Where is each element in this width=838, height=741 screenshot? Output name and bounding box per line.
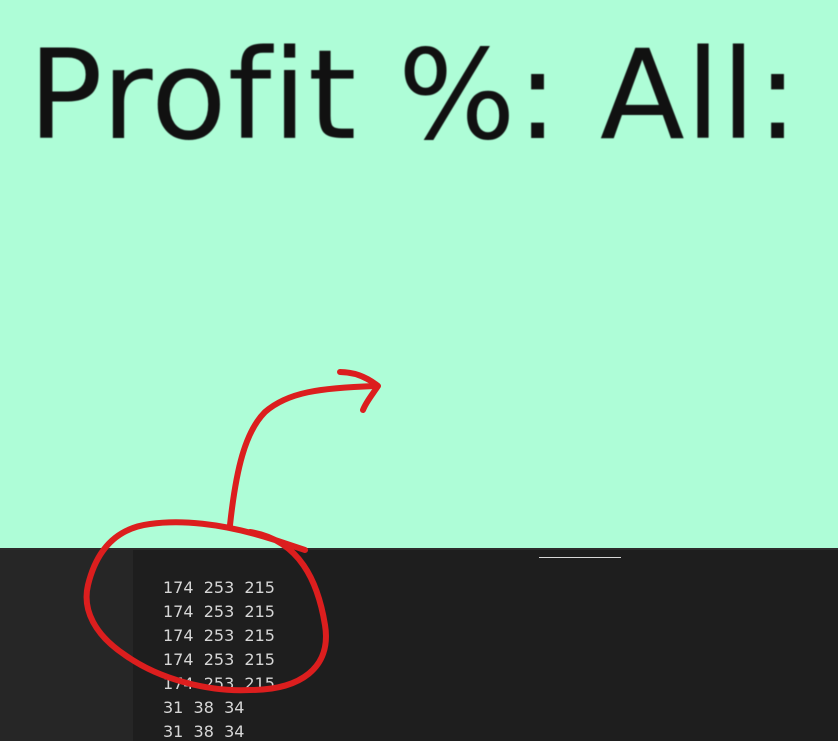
pixel-value-row: 31 38 34: [163, 698, 245, 717]
zoomed-image-view: Profit %: All: 7: [0, 0, 838, 548]
pixel-value-row: 174 253 215: [163, 602, 275, 621]
pixel-value-row: 174 253 215: [163, 674, 275, 693]
pixel-value-row: 174 253 215: [163, 626, 275, 645]
screenshot: Profit %: All: 7 174 253 215 174 253 215…: [0, 0, 838, 741]
pixel-values-panel: 174 253 215 174 253 215 174 253 215 174 …: [0, 548, 838, 741]
pixel-value-row: 174 253 215: [163, 578, 275, 597]
pixel-value-row: 174 253 215: [163, 650, 275, 669]
panel-gutter: [0, 550, 133, 741]
tab-indicator: [539, 557, 621, 558]
profit-label: Profit %: All: 7: [28, 24, 838, 168]
pixel-value-row: 31 38 34: [163, 722, 245, 741]
pixel-value-list: 174 253 215 174 253 215 174 253 215 174 …: [163, 576, 275, 741]
